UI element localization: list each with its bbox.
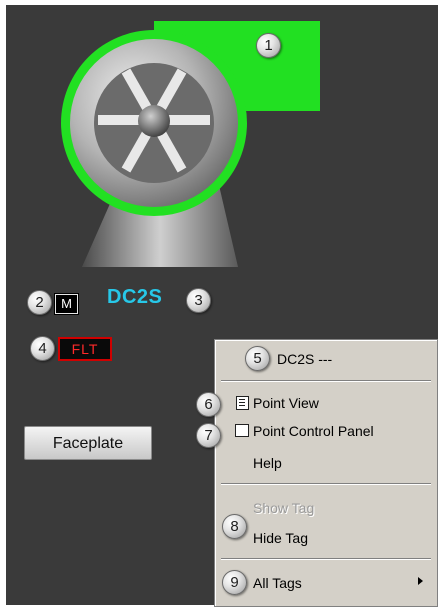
callout-6: 6 [196,392,221,417]
menu-item-all-tags[interactable]: All Tags [253,575,302,591]
menu-header-tag: DC2S --- [277,351,333,367]
fan-hub [138,105,170,137]
graphic-panel: 1 2 M DC2S 3 4 FLT Faceplate 5 DC2S --- … [6,5,438,607]
callout-3: 3 [186,288,211,313]
callout-8: 8 [222,514,247,539]
fan-icon[interactable] [52,13,342,273]
callout-2: 2 [27,290,52,315]
point-view-icon [236,396,249,410]
context-menu: 5 DC2S --- 6 Point View 7 Point Control … [196,339,438,607]
submenu-arrow-icon [418,577,423,585]
mode-indicator[interactable]: M [54,293,79,315]
callout-4: 4 [30,336,55,361]
menu-item-show-tag: Show Tag [253,500,315,516]
tag-name-label[interactable]: DC2S [107,286,162,309]
fault-indicator[interactable]: FLT [58,337,112,361]
faceplate-button[interactable]: Faceplate [24,426,152,460]
menu-separator [221,380,431,382]
menu-separator [221,558,431,560]
menu-item-point-control-panel[interactable]: Point Control Panel [253,423,374,439]
callout-5: 5 [245,346,270,371]
callout-1: 1 [256,33,281,58]
callout-9: 9 [222,570,247,595]
menu-separator [221,483,431,485]
menu-item-help[interactable]: Help [253,455,282,471]
callout-7: 7 [196,423,221,448]
menu-item-point-view[interactable]: Point View [253,395,319,411]
point-control-panel-icon [235,424,249,437]
menu-item-hide-tag[interactable]: Hide Tag [253,530,308,546]
